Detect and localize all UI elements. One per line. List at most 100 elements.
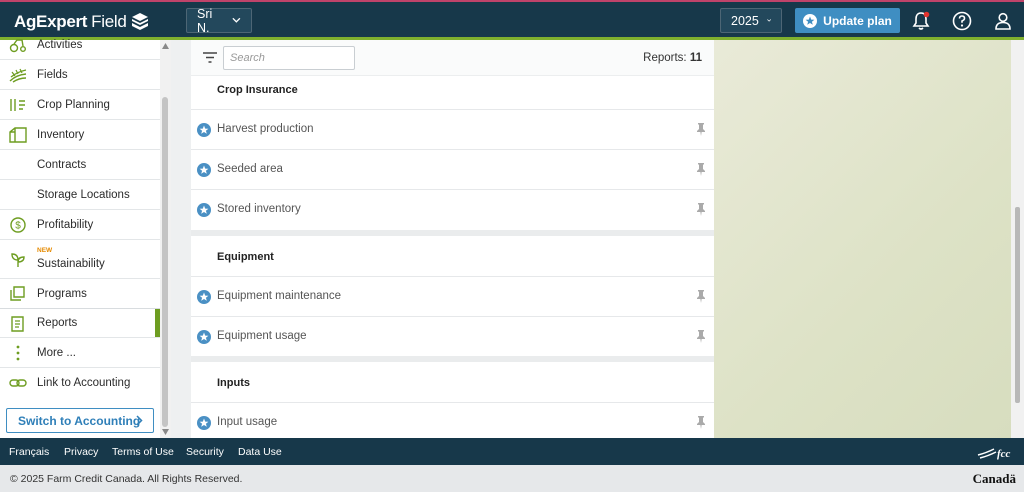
- section-divider: [191, 230, 714, 236]
- reports-toolbar: Reports: 11: [191, 40, 714, 76]
- reports-count-label: Reports:: [643, 52, 687, 64]
- switch-to-accounting-button[interactable]: Switch to Accounting: [6, 408, 154, 433]
- sidebar-item-profitability[interactable]: $ Profitability: [0, 210, 160, 240]
- reports-count-value: 11: [689, 52, 702, 64]
- sidebar-item-reports[interactable]: Reports: [0, 308, 160, 338]
- logo-cube-icon: [131, 13, 148, 30]
- main-scrollbar[interactable]: [1011, 40, 1024, 438]
- main-scroll-thumb[interactable]: [1015, 207, 1020, 403]
- sidebar-item-label: More ...: [37, 346, 76, 359]
- report-row[interactable]: Harvest production: [191, 109, 714, 149]
- reports-icon: [11, 316, 24, 332]
- sidebar-item-more[interactable]: More ...: [0, 338, 160, 368]
- footer-link-data-use[interactable]: Data Use: [238, 446, 282, 458]
- star-badge-icon[interactable]: [197, 123, 211, 137]
- filter-icon[interactable]: [203, 52, 217, 63]
- new-badge: NEW: [37, 247, 53, 254]
- footer: Français Privacy Terms of Use Security D…: [0, 438, 1024, 465]
- sidebar-item-label: Crop Planning: [37, 98, 110, 111]
- sidebar-item-programs[interactable]: Programs: [0, 279, 160, 309]
- sidebar-item-fields[interactable]: Fields: [0, 60, 160, 90]
- svg-text:fcc: fcc: [997, 448, 1011, 460]
- pin-icon[interactable]: [696, 330, 706, 343]
- link-icon: [9, 379, 27, 387]
- main-content: Reports: 11 Crop Insurance Harvest produ…: [171, 40, 1024, 438]
- section-divider: [191, 356, 714, 362]
- sidebar-item-label: Profitability: [37, 218, 94, 231]
- star-badge-icon[interactable]: [197, 330, 211, 344]
- chevron-right-icon: [136, 415, 143, 426]
- sidebar-item-sustainability[interactable]: NEW Sustainability: [0, 240, 160, 279]
- footer-link-security[interactable]: Security: [186, 446, 224, 458]
- year-value: 2025: [731, 13, 759, 28]
- report-row[interactable]: Equipment usage: [191, 316, 714, 356]
- sidebar-item-crop-planning[interactable]: Crop Planning: [0, 90, 160, 120]
- sidebar-item-label: Sustainability: [37, 258, 105, 270]
- reports-panel: Reports: 11 Crop Insurance Harvest produ…: [191, 40, 714, 438]
- copyright-text: © 2025 Farm Credit Canada. All Rights Re…: [10, 473, 243, 485]
- star-badge-icon[interactable]: [197, 203, 211, 217]
- sidebar-item-label: Activities: [37, 38, 83, 51]
- crop-planning-icon: [10, 99, 25, 111]
- footer-link-francais[interactable]: Français: [9, 446, 49, 458]
- sidebar-item-label: Link to Accounting: [37, 377, 131, 389]
- report-name: Harvest production: [217, 123, 314, 135]
- chevron-down-icon: [232, 17, 241, 23]
- star-badge-icon: [803, 13, 818, 28]
- report-name: Equipment maintenance: [217, 290, 342, 302]
- sprout-icon: [11, 253, 25, 267]
- year-dropdown[interactable]: 2025: [720, 8, 782, 33]
- star-badge-icon[interactable]: [197, 416, 211, 430]
- sidebar-item-storage-locations[interactable]: Storage Locations: [0, 180, 160, 210]
- report-row[interactable]: Input usage: [191, 402, 714, 438]
- scroll-up-arrow-icon[interactable]: [162, 43, 169, 49]
- report-name: Stored inventory: [217, 203, 301, 215]
- sidebar-item-activities[interactable]: Activities: [0, 30, 160, 60]
- sidebar-scroll-thumb[interactable]: [162, 97, 168, 427]
- footer-link-terms[interactable]: Terms of Use: [112, 446, 174, 458]
- programs-icon: [10, 286, 25, 301]
- sidebar-item-link-to-accounting[interactable]: Link to Accounting: [0, 368, 160, 398]
- sidebar-item-label: Fields: [37, 68, 68, 81]
- notifications-bell-icon[interactable]: [910, 10, 932, 32]
- account-icon[interactable]: [992, 10, 1014, 32]
- pin-icon[interactable]: [696, 163, 706, 176]
- sidebar-item-label: Contracts: [37, 158, 87, 171]
- sidebar-item-inventory[interactable]: Inventory: [0, 120, 160, 150]
- map-area[interactable]: [714, 40, 1011, 438]
- update-plan-label: Update plan: [823, 13, 892, 28]
- sidebar-scrollbar[interactable]: [160, 40, 171, 438]
- reports-count: Reports: 11: [643, 52, 702, 64]
- more-vertical-icon: [16, 345, 20, 361]
- report-row[interactable]: Stored inventory: [191, 189, 714, 229]
- footer-link-privacy[interactable]: Privacy: [64, 446, 98, 458]
- pin-icon[interactable]: [696, 123, 706, 136]
- sidebar-item-label: Reports: [37, 317, 78, 329]
- fcc-logo-icon: fcc: [977, 448, 1011, 460]
- sidebar-item-label: Programs: [37, 287, 87, 300]
- pin-icon[interactable]: [696, 290, 706, 303]
- logo-bold-text: AgExpert: [14, 12, 88, 31]
- help-icon[interactable]: [951, 10, 973, 32]
- star-badge-icon[interactable]: [197, 290, 211, 304]
- fields-icon: [9, 68, 27, 83]
- inventory-icon: [9, 127, 27, 143]
- search-input[interactable]: [223, 46, 355, 70]
- canada-wordmark: Canadä: [972, 471, 1016, 486]
- user-dropdown[interactable]: Sri N.: [186, 7, 252, 35]
- report-row[interactable]: Seeded area: [191, 149, 714, 189]
- scroll-down-arrow-icon[interactable]: [162, 429, 169, 435]
- sidebar-item-contracts[interactable]: Contracts: [0, 150, 160, 180]
- sidebar: Activities Fields Crop Planning Inventor…: [0, 39, 171, 438]
- report-row[interactable]: Equipment maintenance: [191, 276, 714, 316]
- section-title: Inputs: [217, 377, 250, 389]
- chevron-down-icon: [766, 19, 771, 22]
- update-plan-button[interactable]: Update plan: [795, 8, 900, 33]
- pin-icon[interactable]: [696, 203, 706, 216]
- pin-icon[interactable]: [696, 416, 706, 429]
- svg-text:$: $: [15, 221, 21, 232]
- star-badge-icon[interactable]: [197, 163, 211, 177]
- sidebar-item-label: Inventory: [37, 128, 85, 141]
- copyright-bar: © 2025 Farm Credit Canada. All Rights Re…: [0, 465, 1024, 492]
- report-name: Equipment usage: [217, 330, 307, 342]
